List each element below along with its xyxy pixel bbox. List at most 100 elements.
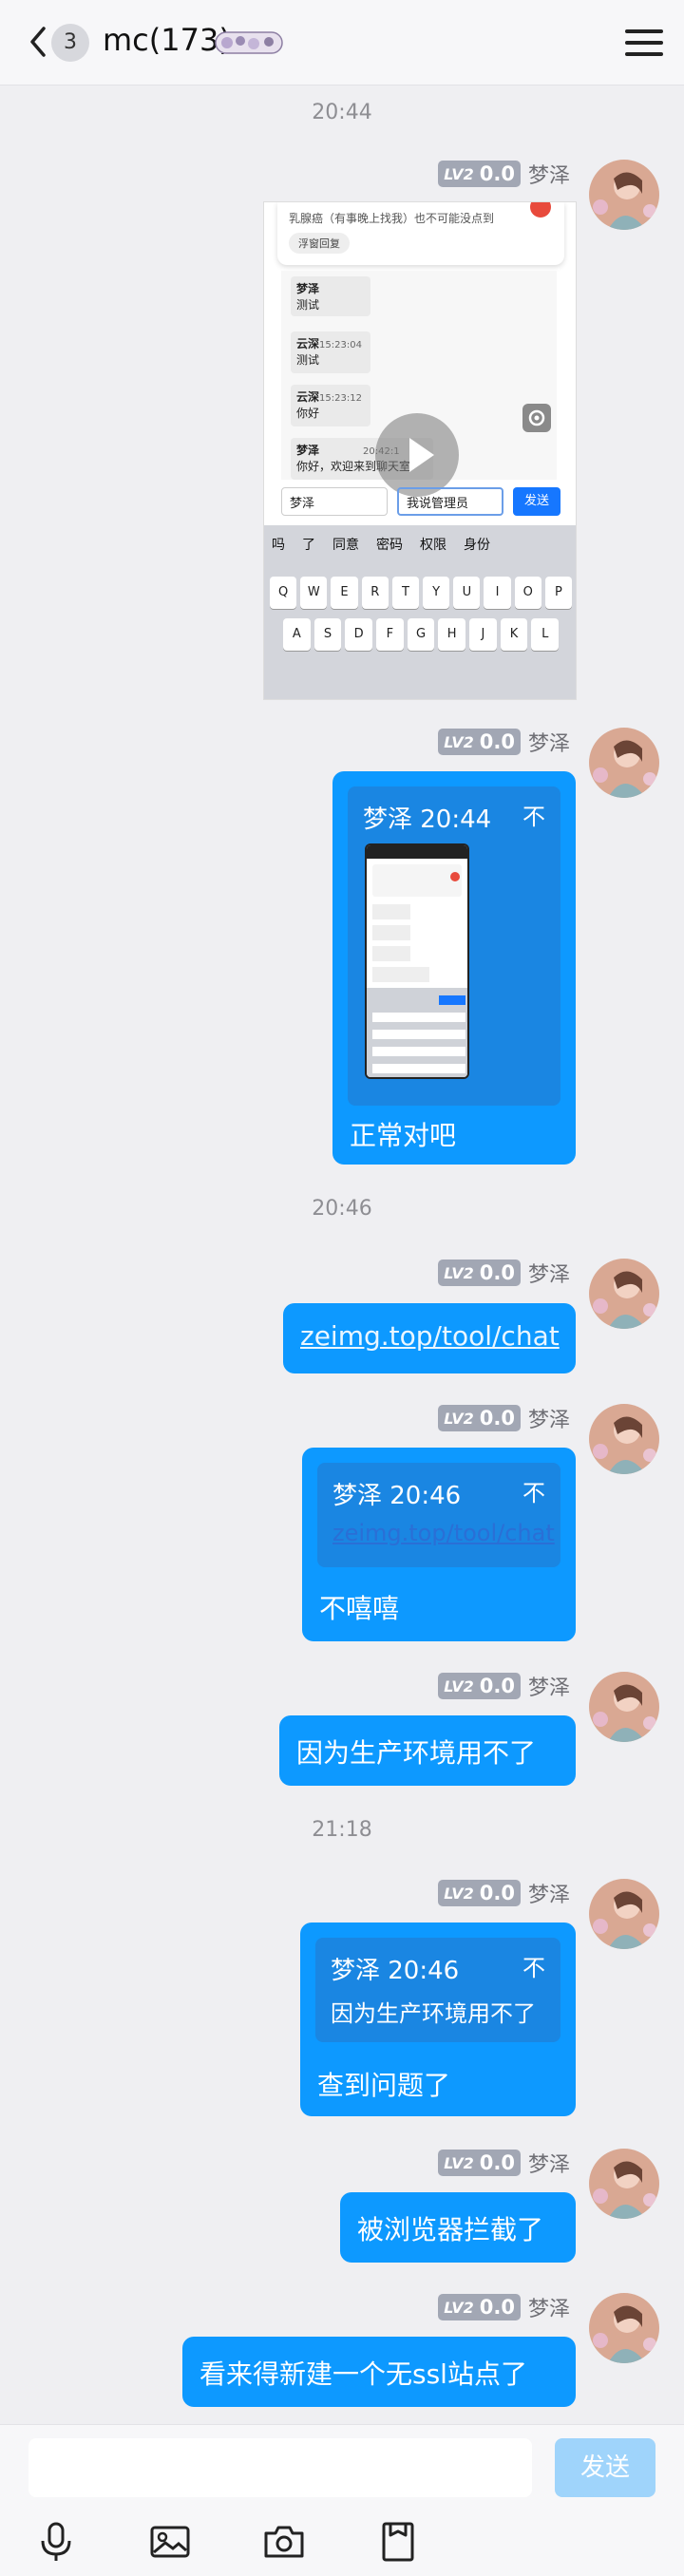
level-tag: LV2 bbox=[444, 2298, 474, 2317]
keyboard-key: K bbox=[500, 618, 528, 651]
msg-text: 测试 bbox=[296, 353, 320, 367]
keyboard-key: I bbox=[484, 577, 511, 609]
chat-title: mc(173) bbox=[103, 22, 231, 58]
menu-icon[interactable] bbox=[625, 25, 663, 61]
avatar[interactable] bbox=[589, 2149, 659, 2219]
message-bubble[interactable]: 因为生产环境用不了 bbox=[279, 1715, 576, 1786]
avatar[interactable] bbox=[589, 2293, 659, 2363]
quote-text: 因为生产环境用不了 bbox=[331, 2000, 536, 2027]
quoted-message[interactable]: 梦泽 20:44 不 bbox=[348, 786, 560, 1106]
level-value: 0.0 bbox=[479, 730, 515, 753]
keyboard-key: P bbox=[544, 577, 573, 609]
avatar[interactable] bbox=[589, 728, 659, 798]
quote-header: 梦泽 20:44 bbox=[363, 805, 492, 834]
message-bubble[interactable]: 看来得新建一个无ssl站点了 bbox=[182, 2337, 576, 2407]
sender-name: 梦泽 bbox=[527, 1884, 570, 1907]
msg-name: 云深 bbox=[296, 390, 320, 404]
quote-text: zeimg.top/tool/chat bbox=[332, 1520, 555, 1546]
quote-header: 梦泽 20:46 bbox=[332, 1482, 462, 1510]
message-bubble[interactable]: zeimg.top/tool/chat bbox=[283, 1303, 576, 1373]
keyboard-suggestion: 密码 bbox=[376, 538, 403, 553]
msg-name: 梦泽 bbox=[296, 282, 320, 295]
keyboard-key: W bbox=[300, 577, 328, 609]
message-text: 不嘻嘻 bbox=[319, 1593, 400, 1624]
sender-line: LV2 0.0 梦泽 bbox=[438, 2149, 570, 2177]
composer: 发送 bbox=[0, 2424, 684, 2576]
avatar[interactable] bbox=[589, 1672, 659, 1742]
name-input: 梦泽 bbox=[281, 487, 388, 516]
microphone-icon[interactable] bbox=[34, 2520, 78, 2564]
quote-pin: 不 bbox=[522, 1480, 545, 1506]
keyboard-key: S bbox=[314, 618, 342, 651]
float-reply-button: 浮窗回复 bbox=[289, 233, 350, 254]
message-link[interactable]: zeimg.top/tool/chat bbox=[300, 1320, 560, 1352]
keyboard-key: R bbox=[361, 577, 389, 609]
quoted-message[interactable]: 梦泽 20:46 不 zeimg.top/tool/chat bbox=[317, 1463, 560, 1567]
keyboard-key: D bbox=[345, 618, 373, 651]
level-value: 0.0 bbox=[479, 1261, 515, 1284]
timestamp: 20:46 bbox=[312, 1197, 372, 1221]
unread-count-badge[interactable]: 3 bbox=[51, 24, 89, 62]
image-icon[interactable] bbox=[148, 2520, 192, 2564]
level-tag: LV2 bbox=[444, 1263, 474, 1282]
message-input: 我说管理员 bbox=[397, 487, 504, 516]
camera-icon[interactable] bbox=[262, 2520, 306, 2564]
message-bubble[interactable]: 梦泽 20:44 不 正常对吧 bbox=[332, 771, 576, 1165]
avatar[interactable] bbox=[589, 160, 659, 230]
message-text: 看来得新建一个无ssl站点了 bbox=[200, 2358, 527, 2390]
message-bubble[interactable]: 被浏览器拦截了 bbox=[340, 2192, 576, 2263]
msg-text: 测试 bbox=[296, 298, 320, 312]
msg-time: 15:23:12 bbox=[319, 393, 362, 404]
level-badge: LV2 0.0 bbox=[438, 2150, 521, 2176]
avatar[interactable] bbox=[589, 1404, 659, 1474]
level-badge: LV2 0.0 bbox=[438, 1880, 521, 1906]
timestamp: 20:44 bbox=[312, 101, 372, 124]
play-icon[interactable] bbox=[375, 413, 459, 497]
sender-name: 梦泽 bbox=[527, 1263, 570, 1287]
msg-time: 15:23:04 bbox=[319, 340, 362, 350]
avatar[interactable] bbox=[589, 1879, 659, 1949]
keyboard-row: QWERTYUIOP bbox=[270, 577, 573, 609]
message-text: 查到问题了 bbox=[317, 2070, 451, 2101]
message-bubble[interactable]: 梦泽 20:46 不 zeimg.top/tool/chat 不嘻嘻 bbox=[302, 1448, 576, 1641]
level-badge: LV2 0.0 bbox=[438, 1673, 521, 1699]
level-tag: LV2 bbox=[444, 1884, 474, 1903]
sender-line: LV2 0.0 梦泽 bbox=[438, 1404, 570, 1432]
level-value: 0.0 bbox=[479, 1407, 515, 1430]
keyboard-key: Q bbox=[270, 577, 297, 609]
message-input[interactable] bbox=[28, 2438, 532, 2497]
keyboard-key: O bbox=[514, 577, 542, 609]
sender-line: LV2 0.0 梦泽 bbox=[438, 160, 570, 188]
keyboard-key: A bbox=[283, 618, 311, 651]
quote-header: 梦泽 20:46 bbox=[331, 1957, 460, 1985]
sender-name: 梦泽 bbox=[527, 164, 570, 188]
quoted-message[interactable]: 梦泽 20:46 不 因为生产环境用不了 bbox=[315, 1938, 560, 2042]
level-value: 0.0 bbox=[479, 1882, 515, 1904]
message-bubble[interactable]: 梦泽 20:46 不 因为生产环境用不了 查到问题了 bbox=[300, 1923, 576, 2116]
level-badge: LV2 0.0 bbox=[438, 1260, 521, 1286]
sender-line: LV2 0.0 梦泽 bbox=[438, 1259, 570, 1287]
screenshot-image[interactable]: 乳腺癌（有事晚上找我）也不可能没点到 浮窗回复 梦泽 测试 云深 15:23:04… bbox=[263, 201, 577, 700]
avatar[interactable] bbox=[589, 1259, 659, 1329]
message-text: 因为生产环境用不了 bbox=[296, 1737, 537, 1769]
level-badge: LV2 0.0 bbox=[438, 729, 521, 755]
msg-text: 你好 bbox=[296, 407, 320, 420]
quoted-screenshot-image bbox=[365, 843, 469, 1079]
settings-icon bbox=[522, 404, 551, 432]
file-icon[interactable] bbox=[376, 2520, 420, 2564]
notice-text: 乳腺癌（有事晚上找我）也不可能没点到 bbox=[289, 212, 495, 225]
level-badge: LV2 0.0 bbox=[438, 1405, 521, 1431]
send-button[interactable]: 发送 bbox=[555, 2438, 656, 2497]
keyboard-key: Y bbox=[423, 577, 450, 609]
sender-name: 梦泽 bbox=[527, 2298, 570, 2321]
keyboard-key: G bbox=[407, 618, 435, 651]
sender-name: 梦泽 bbox=[527, 1409, 570, 1432]
message-text: 正常对吧 bbox=[350, 1120, 457, 1151]
level-tag: LV2 bbox=[444, 1676, 474, 1695]
timestamp: 21:18 bbox=[312, 1818, 372, 1842]
sender-line: LV2 0.0 梦泽 bbox=[438, 728, 570, 756]
sender-line: LV2 0.0 梦泽 bbox=[438, 2293, 570, 2321]
keyboard-key: T bbox=[391, 577, 420, 609]
sender-line: LV2 0.0 梦泽 bbox=[438, 1672, 570, 1700]
notice-popup: 乳腺癌（有事晚上找我）也不可能没点到 浮窗回复 bbox=[277, 202, 564, 265]
